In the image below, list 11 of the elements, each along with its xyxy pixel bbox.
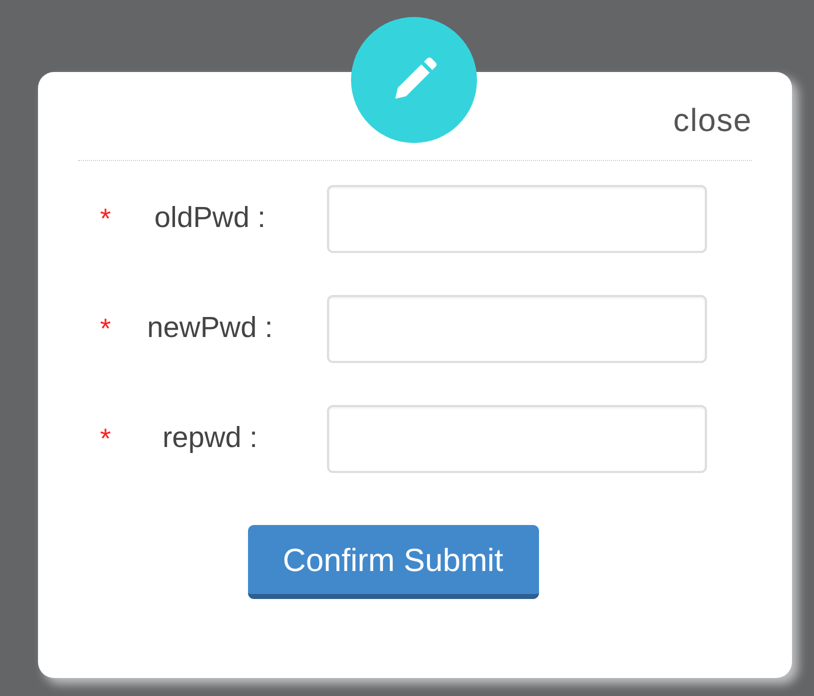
required-mark: * [100,425,111,453]
field-label: newPwd : [146,311,274,346]
password-field[interactable] [327,405,707,473]
password-field[interactable] [327,185,707,253]
close-button[interactable]: close [673,104,752,136]
field-label: oldPwd : [153,201,267,236]
required-mark: * [100,315,111,343]
password-field[interactable] [327,295,707,363]
field-label: repwd : [161,421,259,456]
required-mark: * [100,205,111,233]
submit-button[interactable]: Confirm Submit [248,525,538,599]
